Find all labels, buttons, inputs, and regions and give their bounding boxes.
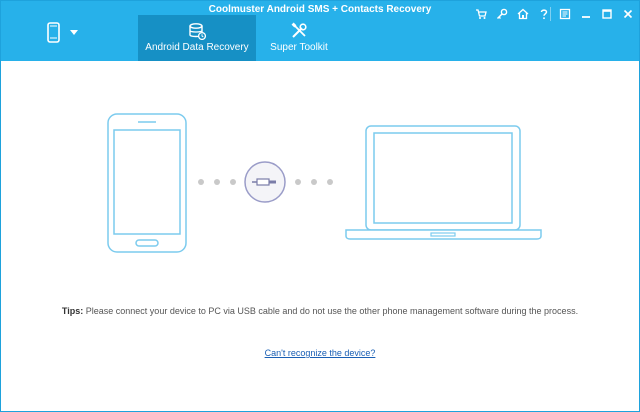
- cant-recognize-device-link[interactable]: Can't recognize the device?: [265, 348, 376, 358]
- usb-plug-icon: [244, 161, 286, 203]
- connection-dots-left: [198, 179, 236, 185]
- tab-android-data-recovery[interactable]: Android Data Recovery: [138, 15, 256, 61]
- device-selector[interactable]: [42, 19, 82, 47]
- maximize-icon[interactable]: [599, 6, 615, 22]
- connection-dots-right: [295, 179, 333, 185]
- tips-text: Please connect your device to PC via USB…: [85, 306, 579, 316]
- help-link-container: Can't recognize the device?: [1, 348, 639, 358]
- tools-icon: [290, 22, 308, 43]
- dropdown-arrow-icon: [70, 30, 78, 35]
- phone-illustration: [107, 113, 187, 253]
- connection-illustration: [107, 113, 542, 253]
- laptop-illustration: [345, 125, 542, 240]
- close-icon[interactable]: [620, 6, 636, 22]
- app-window: Coolmuster Android SMS + Contacts Recove…: [0, 0, 640, 412]
- tips-label: Tips:: [61, 306, 84, 316]
- home-icon[interactable]: [515, 6, 531, 22]
- key-icon[interactable]: [494, 6, 510, 22]
- cart-icon[interactable]: [473, 6, 489, 22]
- database-icon: [188, 22, 207, 43]
- top-bar: Coolmuster Android SMS + Contacts Recove…: [1, 1, 639, 61]
- tab-label: Android Data Recovery: [145, 42, 249, 53]
- tips-message: Tips: Please connect your device to PC v…: [1, 306, 639, 316]
- phone-icon: [47, 22, 60, 43]
- feedback-icon[interactable]: [557, 6, 573, 22]
- tab-label: Super Toolkit: [270, 42, 328, 53]
- toolbar-divider: [550, 7, 551, 21]
- tab-super-toolkit[interactable]: Super Toolkit: [256, 15, 342, 61]
- minimize-icon[interactable]: [578, 6, 594, 22]
